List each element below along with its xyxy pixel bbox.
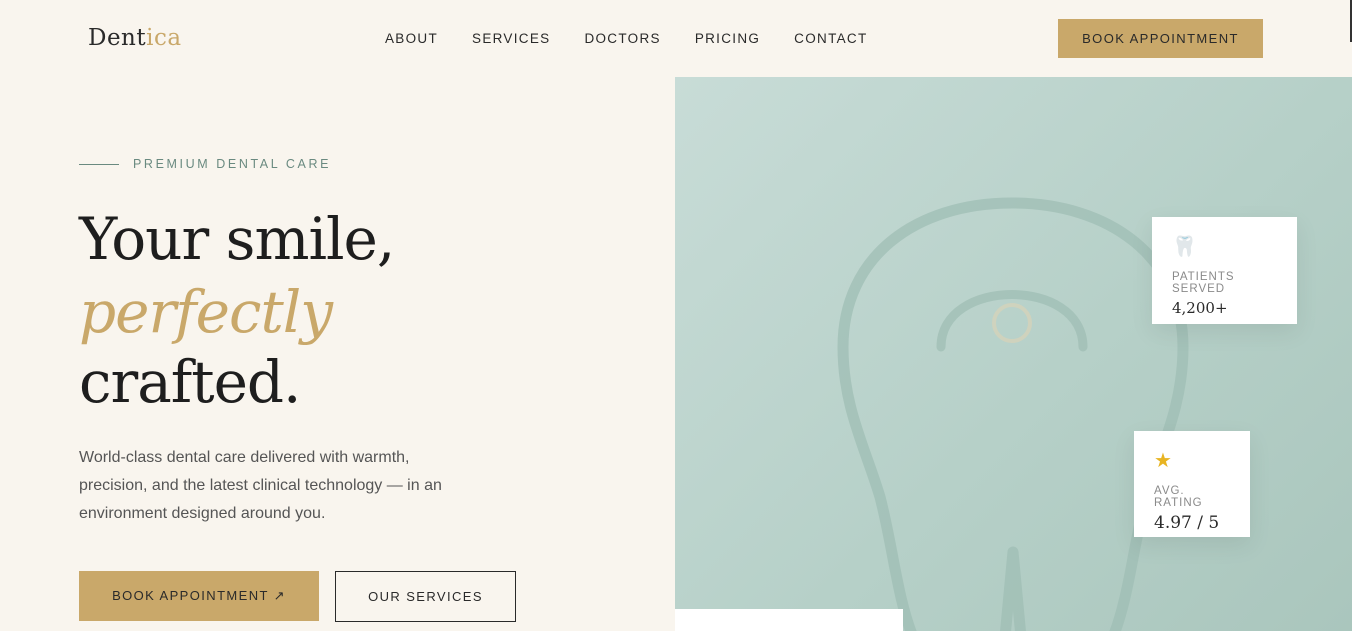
bottom-card-edge [675,609,903,631]
nav-services[interactable]: SERVICES [472,31,550,46]
stat-label: PATIENTS SERVED [1172,271,1235,295]
hero-title-line3: crafted. [79,348,301,416]
eyebrow: PREMIUM DENTAL CARE [79,157,331,171]
stat-value: 4.97 / 5 [1154,513,1220,533]
eyebrow-text: PREMIUM DENTAL CARE [133,157,332,171]
hero-image-panel [675,77,1352,631]
main-nav: ABOUT SERVICES DOCTORS PRICING CONTACT [385,31,902,46]
hero-title-line2: perfectly [79,278,333,346]
logo[interactable]: Dentica [88,25,182,51]
our-services-button[interactable]: OUR SERVICES [335,571,516,622]
hero-description: World-class dental care delivered with w… [79,449,442,522]
hero-title-line1: Your smile, [79,205,395,273]
star-icon: ★ [1154,450,1172,472]
nav-book-appointment-button[interactable]: BOOK APPOINTMENT [1058,19,1263,58]
stat-value: 4,200+ [1172,299,1228,317]
tooth-icon: 🦷 [1172,236,1197,258]
eyebrow-line [79,163,119,165]
stat-card-patients: 🦷 PATIENTS SERVED 4,200+ [1152,217,1297,324]
tooth-illustration [837,197,1189,631]
nav-contact[interactable]: CONTACT [794,31,867,46]
stat-label: AVG. RATING [1154,485,1203,509]
logo-main: Dent [88,25,147,51]
book-appointment-button[interactable]: BOOK APPOINTMENT ↗ [79,571,319,621]
logo-accent: ica [146,25,182,51]
nav-pricing[interactable]: PRICING [695,31,760,46]
stat-card-rating: ★ AVG. RATING 4.97 / 5 [1134,431,1250,537]
nav-doctors[interactable]: DOCTORS [584,31,660,46]
nav-about[interactable]: ABOUT [385,31,438,46]
